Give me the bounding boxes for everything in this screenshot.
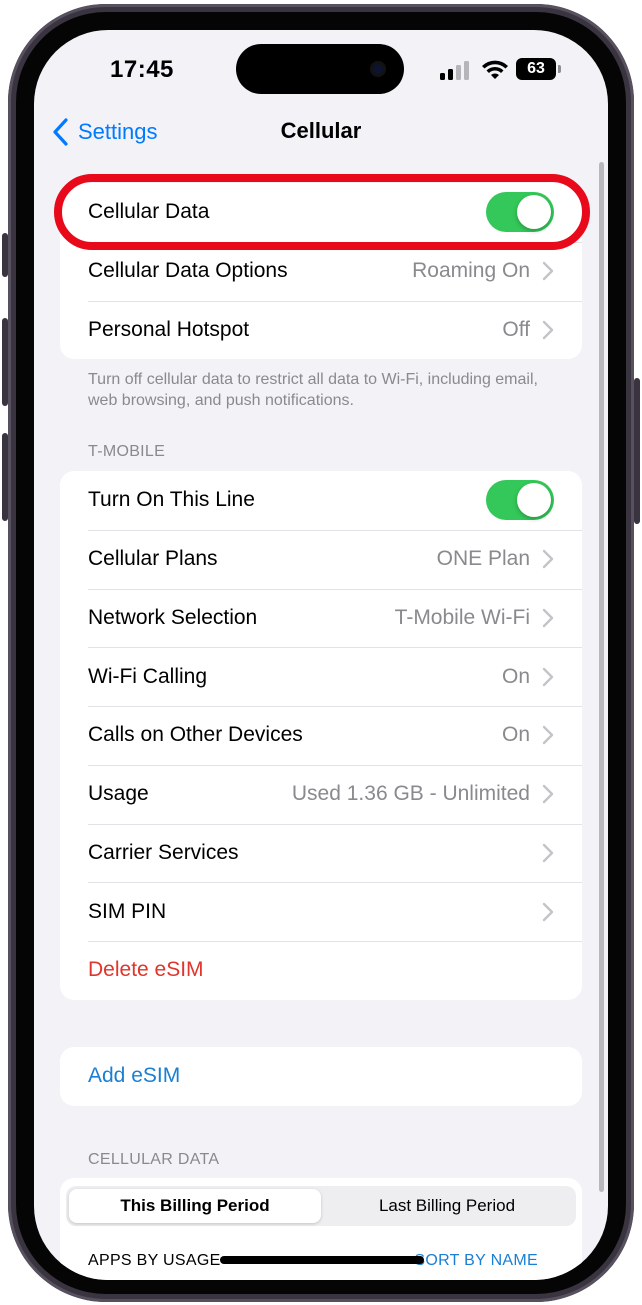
sort-by-name-link[interactable]: SORT BY NAME [414,1252,538,1270]
row-value: On [501,723,530,747]
turn-on-line-row: Turn On This Line [60,471,582,530]
home-indicator[interactable] [220,1256,424,1264]
row-value: ONE Plan [436,547,530,571]
row-label: Wi-Fi Calling [88,664,208,688]
wifi-icon [482,60,508,79]
tmobile-group: Turn On This Line Cellular Plans ONE Pla… [60,471,582,1000]
volume-up-button [2,318,8,406]
sim-pin-row[interactable]: SIM PIN [60,882,582,941]
battery-icon: 63 [516,58,556,80]
network-selection-row[interactable]: Network Selection T-Mobile Wi-Fi [60,588,582,648]
cellular-data-toggle[interactable] [486,192,554,233]
battery-tip [558,65,561,73]
screen: 17:45 63 Settings Cellular Cellular Data… [34,30,608,1280]
row-label: Cellular Data [88,200,210,224]
row-label: Calls on Other Devices [88,723,303,747]
power-button [634,378,640,524]
scroll-indicator[interactable] [599,162,604,1192]
chevron-right-icon [542,608,554,628]
dynamic-island [236,44,404,94]
carrier-services-row[interactable]: Carrier Services [60,823,582,883]
usage-row[interactable]: Usage Used 1.36 GB - Unlimited [60,764,582,824]
apps-by-usage-header: APPS BY USAGE [88,1252,221,1269]
segment-last-billing-period[interactable]: Last Billing Period [321,1189,573,1223]
section-header-cellular-data: CELLULAR DATA [88,1151,220,1168]
row-label: Turn On This Line [88,488,255,512]
row-value: Roaming On [412,259,530,283]
row-label: Cellular Plans [88,547,218,571]
delete-esim-label: Delete eSIM [88,958,204,982]
row-label: Usage [88,782,149,806]
chevron-right-icon [542,784,554,804]
chevron-right-icon [542,726,554,745]
chevron-right-icon [542,549,554,569]
row-value: Used 1.36 GB - Unlimited [291,782,530,806]
chevron-right-icon [542,320,554,340]
front-camera [370,61,386,77]
row-label: Network Selection [88,605,258,629]
chevron-right-icon [542,261,554,281]
add-esim-button[interactable]: Add eSIM [60,1047,582,1106]
cellular-data-options-row[interactable]: Cellular Data Options Roaming On [60,241,582,301]
section-header-tmobile: T-MOBILE [88,443,166,460]
billing-period-segmented-control: This Billing Period Last Billing Period [66,1186,576,1226]
status-time: 17:45 [110,56,174,83]
row-value: Off [502,317,530,341]
cellular-data-footer: Turn off cellular data to restrict all d… [88,371,538,409]
page-title: Cellular [280,118,362,143]
delete-esim-button[interactable]: Delete eSIM [60,941,582,1000]
toggle-knob [517,195,551,230]
cellular-data-row: Cellular Data [60,183,582,242]
chevron-right-icon [542,667,554,686]
personal-hotspot-row[interactable]: Personal Hotspot Off [60,300,582,360]
cellular-data-group: Cellular Data Cellular Data Options Roam… [60,183,582,360]
add-esim-group: Add eSIM [60,1047,582,1106]
cellular-signal-icon [440,60,472,80]
silent-switch [2,233,8,277]
row-label: SIM PIN [88,899,167,923]
row-value: On [501,664,530,688]
row-label: Cellular Data Options [88,259,288,283]
row-label: Carrier Services [88,840,239,864]
calls-on-other-devices-row[interactable]: Calls on Other Devices On [60,706,582,765]
add-esim-label: Add eSIM [88,1064,181,1088]
volume-down-button [2,433,8,521]
chevron-right-icon [542,843,554,863]
cellular-plans-row[interactable]: Cellular Plans ONE Plan [60,529,582,589]
chevron-right-icon [542,902,554,921]
wifi-calling-row[interactable]: Wi-Fi Calling On [60,647,582,706]
row-label: Personal Hotspot [88,317,250,341]
toggle-knob [517,483,551,518]
turn-on-line-toggle[interactable] [486,480,554,521]
row-value: T-Mobile Wi-Fi [394,605,530,629]
segment-this-billing-period[interactable]: This Billing Period [69,1189,321,1223]
